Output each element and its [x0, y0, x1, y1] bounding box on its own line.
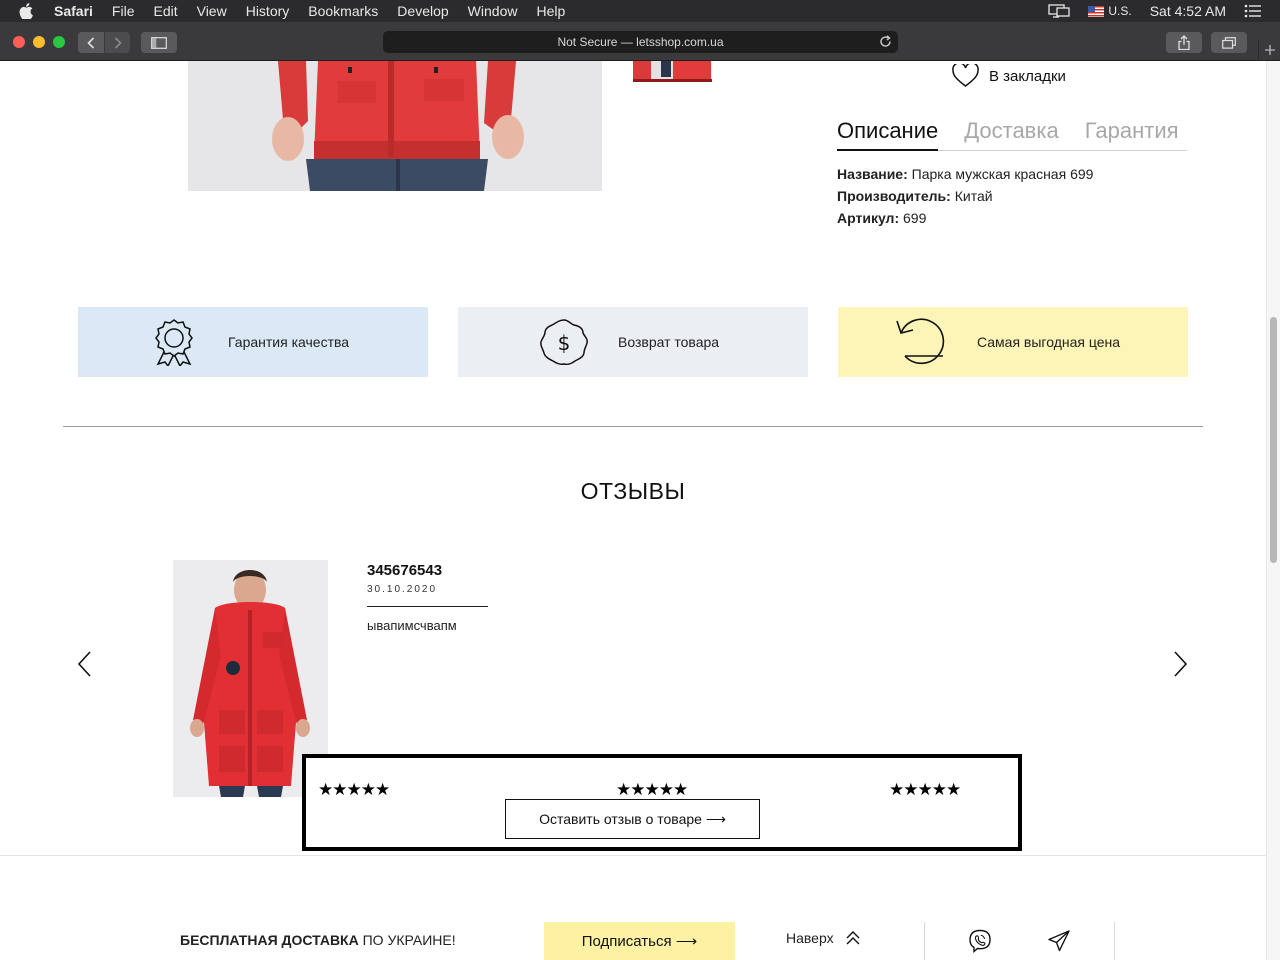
plus-icon: [1264, 45, 1275, 55]
macos-menu-bar: Safari File Edit View History Bookmarks …: [0, 0, 1280, 22]
tab-description[interactable]: Описание: [837, 118, 939, 151]
leave-review-button[interactable]: Оставить отзыв о товаре ⟶: [505, 799, 760, 839]
chevron-right-icon: [1174, 651, 1188, 677]
menu-file[interactable]: File: [112, 3, 135, 19]
product-main-photo[interactable]: [188, 61, 602, 191]
spec-key: Артикул:: [837, 210, 900, 226]
sidebar-icon: [151, 36, 167, 49]
scroll-to-top-button[interactable]: Наверх: [786, 930, 860, 946]
free-shipping-banner: БЕСПЛАТНАЯ ДОСТАВКА ПО УКРАИНЕ!: [180, 932, 456, 948]
us-flag-icon: [1088, 5, 1105, 17]
viber-icon: [969, 929, 991, 953]
menu-develop[interactable]: Develop: [397, 3, 448, 19]
new-tab-button[interactable]: [1258, 39, 1280, 61]
spec-key: Производитель:: [837, 188, 951, 204]
free-shipping-bold: БЕСПЛАТНАЯ ДОСТАВКА: [180, 932, 359, 948]
reviews-heading: ОТЗЫВЫ: [580, 478, 686, 504]
address-text: Not Secure — letsshop.com.ua: [557, 35, 724, 49]
double-chevron-up-icon: [846, 931, 860, 945]
address-bar[interactable]: Not Secure — letsshop.com.ua: [383, 31, 898, 53]
bookmark-label: В закладки: [989, 67, 1066, 85]
viber-link[interactable]: [968, 929, 992, 953]
share-button[interactable]: [1166, 32, 1202, 53]
menu-view[interactable]: View: [197, 3, 227, 19]
spec-sku: Артикул: 699: [837, 207, 1093, 229]
feature-label: Самая выгодная цена: [977, 334, 1121, 350]
chevron-left-icon: [77, 651, 91, 677]
add-to-bookmarks-button[interactable]: В закладки: [952, 64, 1066, 88]
to-top-label: Наверх: [786, 930, 834, 946]
review-divider: [367, 606, 488, 607]
footer-separator: [1114, 922, 1115, 960]
menu-edit[interactable]: Edit: [153, 3, 177, 19]
free-shipping-rest: ПО УКРАИНЕ!: [358, 932, 456, 948]
airplay-display-icon[interactable]: [1048, 4, 1071, 18]
spec-value: Китай: [950, 188, 993, 204]
menu-app-safari[interactable]: Safari: [54, 3, 93, 19]
review-text: ывапимсчвапм: [367, 618, 457, 633]
spec-value: Парка мужская красная 699: [907, 166, 1094, 182]
product-thumbnail[interactable]: [633, 61, 712, 82]
dollar-badge-icon: $: [540, 319, 588, 366]
reviews-prev-button[interactable]: [75, 650, 95, 678]
menu-history[interactable]: History: [246, 3, 290, 19]
rating-stars: ★★★★★: [318, 780, 390, 799]
spec-value: 699: [899, 210, 927, 226]
menu-bookmarks[interactable]: Bookmarks: [308, 3, 378, 19]
forward-button[interactable]: [104, 32, 130, 53]
minimize-window-button[interactable]: [33, 36, 45, 48]
feature-label: Гарантия качества: [228, 334, 350, 350]
feature-quality-guarantee: Гарантия качества: [78, 307, 428, 377]
notification-center-icon[interactable]: [1244, 4, 1262, 18]
undo-arrow-icon: [896, 318, 945, 365]
back-button[interactable]: [78, 32, 104, 53]
browser-toolbar: Not Secure — letsshop.com.ua: [0, 22, 1280, 61]
show-tabs-button[interactable]: [1211, 32, 1247, 53]
feature-best-price: Самая выгодная цена: [838, 307, 1188, 377]
award-icon: [155, 319, 193, 366]
telegram-link[interactable]: [1047, 929, 1071, 953]
spec-name: Название: Парка мужская красная 699: [837, 163, 1093, 185]
reload-icon[interactable]: [879, 35, 892, 48]
review-date: 30.10.2020: [367, 584, 438, 595]
svg-text:$: $: [558, 331, 571, 355]
input-source[interactable]: U.S.: [1088, 4, 1132, 18]
footer-divider: [0, 855, 1266, 856]
page-scrollbar-thumb[interactable]: [1270, 317, 1277, 563]
chevron-right-icon: [114, 36, 122, 49]
heart-icon: [952, 64, 979, 87]
spec-key: Название:: [837, 166, 908, 182]
spec-manufacturer: Производитель: Китай: [837, 185, 1093, 207]
zoom-window-button[interactable]: [53, 36, 65, 48]
section-divider: [63, 426, 1203, 427]
rating-stars: ★★★★★: [889, 780, 961, 799]
product-specs: Название: Парка мужская красная 699 Прои…: [837, 163, 1093, 229]
menu-window[interactable]: Window: [468, 3, 518, 19]
close-window-button[interactable]: [13, 36, 25, 48]
reviews-next-button[interactable]: [1170, 650, 1190, 678]
input-source-label: U.S.: [1108, 4, 1132, 18]
tabs-overview-icon: [1222, 36, 1236, 49]
footer-separator: [924, 922, 925, 960]
product-info-tabs: Описание Доставка Гарантия: [837, 118, 1187, 151]
sidebar-toggle-button[interactable]: [141, 32, 177, 53]
subscribe-button[interactable]: Подписаться ⟶: [544, 922, 735, 960]
feature-label: Возврат товара: [618, 334, 720, 350]
apple-icon[interactable]: [19, 3, 37, 19]
tab-delivery[interactable]: Доставка: [964, 118, 1058, 151]
rating-stars: ★★★★★: [616, 780, 688, 799]
review-author: 345676543: [367, 562, 443, 579]
menu-clock[interactable]: Sat 4:52 AM: [1150, 3, 1226, 19]
telegram-paper-plane-icon: [1048, 930, 1070, 952]
share-icon: [1178, 35, 1190, 50]
menu-help[interactable]: Help: [536, 3, 565, 19]
tab-warranty[interactable]: Гарантия: [1085, 118, 1179, 151]
feature-product-return: $ Возврат товара: [458, 307, 808, 377]
chevron-left-icon: [87, 36, 95, 49]
